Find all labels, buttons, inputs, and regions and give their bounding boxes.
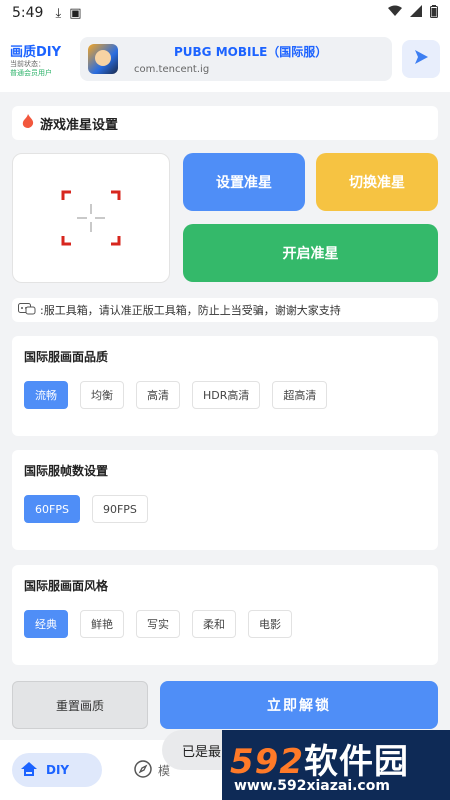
quality-card: 国际服画面品质 流畅 均衡 高清 HDR高清 超高清 bbox=[12, 336, 438, 436]
status-label: 当前状态： bbox=[10, 59, 45, 68]
brand-block: 画质DIY 当前状态： 普通会员用户 bbox=[10, 41, 70, 78]
fps-option[interactable]: 60FPS bbox=[24, 495, 80, 523]
set-crosshair-button[interactable]: 设置准星 bbox=[183, 153, 305, 211]
game-info: PUBG MOBILE（国际服） com.tencent.ig bbox=[134, 43, 327, 75]
watermark-text: 软件园 bbox=[303, 742, 409, 782]
style-option[interactable]: 电影 bbox=[248, 610, 292, 638]
quality-option[interactable]: 均衡 bbox=[80, 381, 124, 409]
download-icon: ⤓ bbox=[55, 5, 62, 21]
quality-options: 流畅 均衡 高清 HDR高清 超高清 bbox=[24, 381, 426, 409]
section-title-text: 游戏准星设置 bbox=[40, 117, 119, 133]
style-card: 国际服画面风格 经典 鲜艳 写实 柔和 电影 bbox=[12, 565, 438, 665]
fps-title: 国际服帧数设置 bbox=[24, 464, 109, 478]
style-title: 国际服画面风格 bbox=[24, 579, 109, 593]
fps-card: 国际服帧数设置 60FPS 90FPS bbox=[12, 450, 438, 550]
game-selector[interactable]: PUBG MOBILE（国际服） com.tencent.ig bbox=[80, 37, 392, 81]
crosshair-preview bbox=[12, 153, 170, 283]
quality-option[interactable]: 超高清 bbox=[272, 381, 328, 409]
quality-option[interactable]: 流畅 bbox=[24, 381, 68, 409]
style-option[interactable]: 柔和 bbox=[192, 610, 236, 638]
tab-diy-label: DIY bbox=[46, 763, 70, 777]
watermark-url: www.592xiazai.com bbox=[234, 778, 390, 794]
play-icon bbox=[413, 49, 429, 69]
status-time: 5:49 bbox=[12, 5, 44, 21]
game-name: PUBG MOBILE（国际服） bbox=[174, 45, 328, 59]
reset-quality-button[interactable]: 重置画质 bbox=[12, 681, 148, 729]
notice-text: :服工具箱，请认准正版工具箱，防止上当受骗，谢谢大家支持 bbox=[40, 304, 341, 317]
open-crosshair-button[interactable]: 开启准星 bbox=[183, 224, 438, 282]
style-option[interactable]: 写实 bbox=[136, 610, 180, 638]
launch-game-button[interactable] bbox=[402, 40, 440, 78]
wifi-icon bbox=[388, 5, 402, 21]
quality-option[interactable]: 高清 bbox=[136, 381, 180, 409]
unlock-button[interactable]: 立即解锁 bbox=[160, 681, 438, 729]
status-bar: 5:49 ⤓ ▣ bbox=[0, 0, 450, 26]
watermark-brand: 592软件园 bbox=[230, 734, 409, 783]
notice-bar: :服工具箱，请认准正版工具箱，防止上当受骗，谢谢大家支持 bbox=[12, 298, 438, 322]
crosshair-section-title: 游戏准星设置 bbox=[12, 106, 438, 140]
signal-icon bbox=[410, 5, 422, 21]
user-type: 普通会员用户 bbox=[10, 68, 52, 77]
switch-crosshair-button[interactable]: 切换准星 bbox=[316, 153, 438, 211]
app-header: 画质DIY 当前状态： 普通会员用户 PUBG MOBILE（国际服） com.… bbox=[0, 26, 450, 92]
crosshair-preview-icon bbox=[61, 190, 121, 246]
fps-option[interactable]: 90FPS bbox=[91, 495, 148, 523]
brand-title: 画质DIY bbox=[10, 44, 62, 60]
fps-options: 60FPS 90FPS bbox=[24, 495, 426, 523]
game-icon bbox=[88, 44, 118, 74]
notification-icon: ▣ bbox=[69, 5, 82, 21]
tab-other[interactable]: 模 bbox=[134, 760, 170, 781]
home-icon bbox=[20, 761, 46, 780]
compass-icon bbox=[134, 760, 152, 781]
quality-option[interactable]: HDR高清 bbox=[192, 381, 261, 409]
style-option[interactable]: 鲜艳 bbox=[80, 610, 124, 638]
tab-diy[interactable]: DIY bbox=[12, 753, 102, 787]
battery-icon bbox=[430, 4, 438, 22]
game-package: com.tencent.ig bbox=[134, 64, 210, 75]
quality-title: 国际服画面品质 bbox=[24, 350, 109, 364]
style-options: 经典 鲜艳 写实 柔和 电影 bbox=[24, 610, 426, 638]
notice-icon bbox=[18, 302, 36, 318]
watermark-number: 592 bbox=[230, 742, 304, 782]
watermark-logo: 592软件园 www.592xiazai.com bbox=[222, 730, 450, 800]
style-option[interactable]: 经典 bbox=[24, 610, 68, 638]
flame-icon bbox=[22, 114, 34, 132]
